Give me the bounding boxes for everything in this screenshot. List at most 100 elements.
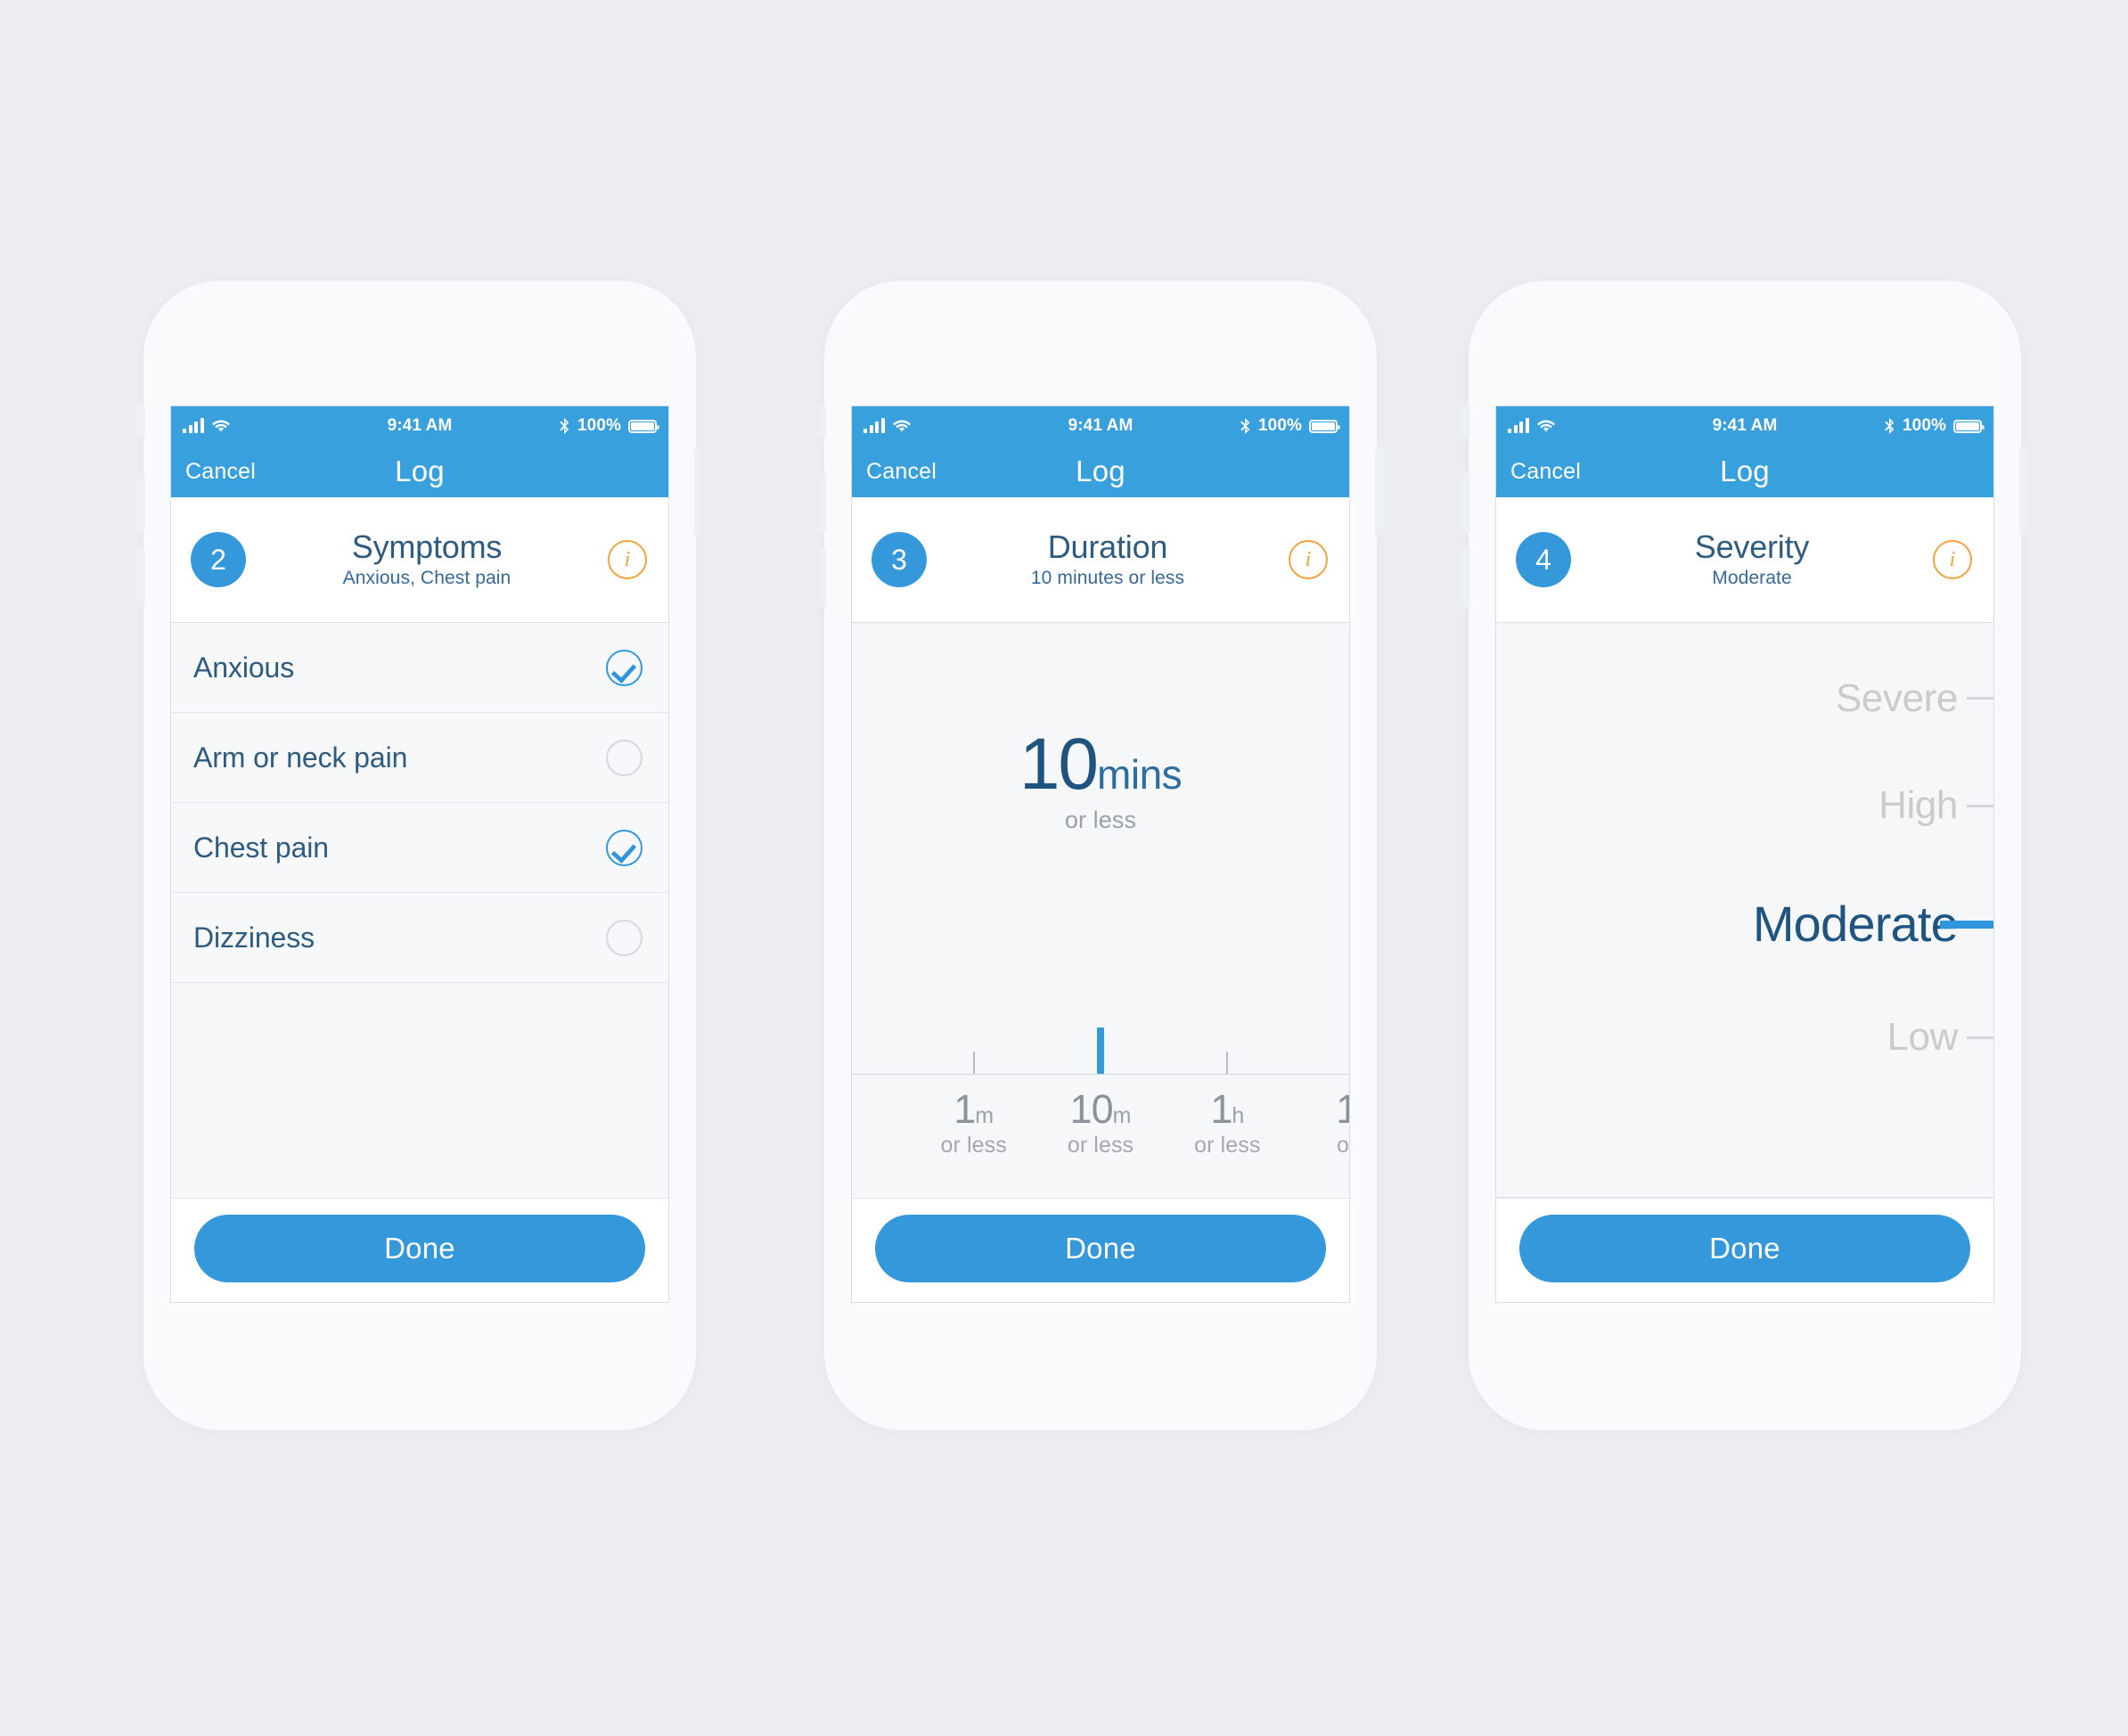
battery-full-icon (1953, 419, 1985, 433)
severity-picker-wheel[interactable]: Severe High Moderate Low (1496, 623, 1993, 1161)
check-circle-filled-icon[interactable] (606, 829, 642, 866)
scale-stop-number: 1 (1210, 1086, 1232, 1132)
scale-stop-clipped[interactable]: 1 or (1336, 1089, 1349, 1159)
info-circle-icon[interactable]: i (1289, 540, 1328, 579)
scale-stop-value: 1m (941, 1089, 1007, 1129)
list-item[interactable]: Anxious (171, 623, 668, 713)
bluetooth-icon (1240, 418, 1251, 434)
scale-stop-qualifier: or less (1194, 1133, 1261, 1158)
nav-bar: Cancel Log (852, 446, 1349, 497)
page-title: Log (1076, 454, 1125, 487)
duration-value-line: 10mins (852, 728, 1349, 801)
phone-mockup-duration: 9:41 AM 100% Cancel Log 3 Duration 10 mi… (818, 281, 1383, 1430)
battery-percent-label: 100% (577, 416, 621, 435)
done-button[interactable]: Done (1519, 1215, 1970, 1282)
status-bar-right: 100% (1240, 416, 1340, 436)
scale-stop-unit: m (1112, 1103, 1132, 1128)
status-bar-left (1508, 418, 1555, 433)
battery-full-icon (1309, 419, 1340, 433)
done-button[interactable]: Done (875, 1215, 1326, 1282)
status-bar-time: 9:41 AM (1712, 416, 1778, 435)
duration-picker[interactable]: 10mins or less 1m or less 10m or less 1h… (852, 623, 1349, 1198)
info-circle-icon[interactable]: i (608, 540, 647, 579)
done-button[interactable]: Done (194, 1215, 645, 1282)
severity-tick-selected (1940, 920, 1993, 929)
battery-full-icon (628, 419, 659, 433)
nav-bar: Cancel Log (1496, 446, 1993, 497)
symptom-label: Anxious (193, 651, 295, 684)
cellular-signal-icon (1508, 418, 1529, 433)
status-bar-time: 9:41 AM (1068, 416, 1134, 435)
screen-duration: 9:41 AM 100% Cancel Log 3 Duration 10 mi… (852, 406, 1349, 1302)
list-item[interactable]: Arm or neck pain (171, 713, 668, 803)
step-number-badge: 4 (1516, 532, 1571, 587)
list-item[interactable]: Chest pain (171, 803, 668, 893)
circle-empty-icon[interactable] (606, 739, 642, 776)
step-header-duration: 3 Duration 10 minutes or less i (852, 497, 1349, 623)
step-subtitle: Anxious, Chest pain (342, 568, 512, 589)
page-title: Log (395, 454, 445, 487)
step-title: Symptoms (351, 528, 503, 565)
status-bar-time: 9:41 AM (387, 416, 453, 435)
silent-switch[interactable] (1462, 405, 1470, 438)
duration-scale-labels[interactable]: 1m or less 10m or less 1h or less 1 o (852, 1075, 1349, 1198)
power-button[interactable] (1375, 446, 1383, 536)
volume-up-button[interactable] (137, 473, 145, 532)
severity-tick (1967, 697, 1993, 700)
wifi-icon (211, 419, 230, 433)
footer-severity: Done (1496, 1198, 1993, 1302)
scale-stop[interactable]: 1m or less (941, 1089, 1007, 1159)
screen-severity: 9:41 AM 100% Cancel Log 4 Severity Moder… (1496, 406, 1993, 1302)
volume-down-button[interactable] (137, 548, 145, 607)
step-text-group: Duration 10 minutes or less (932, 528, 1283, 590)
severity-tick (1967, 1036, 1993, 1039)
scale-stop-number: 10 (1069, 1086, 1114, 1132)
step-header-severity: 4 Severity Moderate i (1496, 497, 1993, 623)
duration-body: 10mins or less 1m or less 10m or less 1h… (852, 623, 1349, 1198)
duration-ruler[interactable] (852, 1028, 1349, 1075)
symptom-label: Dizziness (193, 921, 315, 954)
wifi-icon (892, 419, 911, 433)
volume-down-button[interactable] (1462, 548, 1470, 607)
scale-stop-selected[interactable]: 10m or less (1068, 1089, 1134, 1159)
check-circle-filled-icon[interactable] (606, 649, 642, 686)
status-bar-right: 100% (559, 416, 659, 436)
bluetooth-icon (1884, 418, 1895, 434)
silent-switch[interactable] (137, 405, 145, 438)
step-subtitle: Moderate (1712, 568, 1792, 589)
step-text-group: Severity Moderate (1576, 528, 1927, 590)
volume-up-button[interactable] (818, 473, 826, 532)
power-button[interactable] (694, 446, 702, 536)
volume-down-button[interactable] (818, 548, 826, 607)
status-bar: 9:41 AM 100% (852, 406, 1349, 446)
power-button[interactable] (2019, 446, 2027, 536)
duration-unit: mins (1097, 751, 1183, 798)
duration-qualifier: or less (1064, 807, 1137, 833)
symptom-label: Arm or neck pain (193, 741, 408, 774)
ruler-tick-selected[interactable] (1097, 1028, 1104, 1074)
silent-switch[interactable] (818, 405, 826, 438)
volume-up-button[interactable] (1462, 473, 1470, 532)
screen-symptoms: 9:41 AM 100% Cancel Log 2 Symptoms Anxio… (171, 406, 668, 1302)
symptoms-body: Anxious Arm or neck pain Chest pain Dizz… (171, 623, 668, 1198)
cellular-signal-icon (183, 418, 204, 433)
ruler-tick (1226, 1052, 1229, 1074)
scale-stop-value: 1 (1336, 1089, 1349, 1129)
step-title: Duration (1047, 528, 1168, 565)
info-circle-icon[interactable]: i (1933, 540, 1972, 579)
duration-current-value: 10mins or less (852, 728, 1349, 834)
list-item[interactable]: Dizziness (171, 893, 668, 983)
phone-mockup-severity: 9:41 AM 100% Cancel Log 4 Severity Moder… (1462, 281, 2027, 1430)
step-title: Severity (1694, 528, 1810, 565)
circle-empty-icon[interactable] (606, 919, 642, 956)
scale-stop-value: 1h (1194, 1089, 1260, 1129)
symptom-label: Chest pain (193, 831, 329, 864)
screenshot-stage: 9:41 AM 100% Cancel Log 2 Symptoms Anxio… (0, 0, 2128, 1736)
phone-mockup-symptoms: 9:41 AM 100% Cancel Log 2 Symptoms Anxio… (137, 281, 702, 1430)
status-bar-left (863, 418, 911, 433)
duration-number: 10 (1019, 724, 1099, 805)
cellular-signal-icon (863, 418, 885, 433)
scale-stop[interactable]: 1h or less (1194, 1089, 1260, 1159)
footer-symptoms: Done (171, 1198, 668, 1302)
scale-stop-qualifier: or less (940, 1133, 1007, 1158)
